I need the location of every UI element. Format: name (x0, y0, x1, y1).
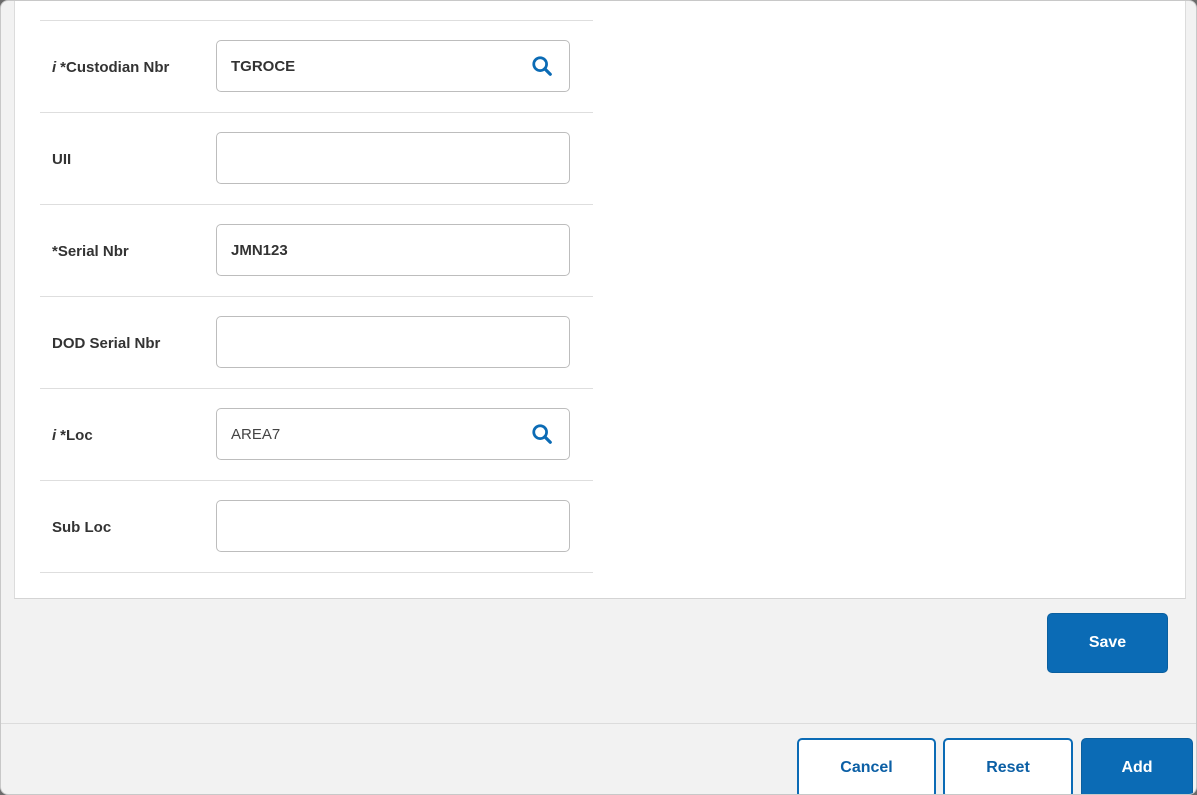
form-row-serial-nbr: *Serial Nbr JMN123 (40, 205, 593, 297)
dod-serial-nbr-input[interactable] (216, 316, 570, 368)
search-icon[interactable] (531, 55, 553, 77)
custodian-nbr-label: i *Custodian Nbr (52, 21, 169, 113)
info-icon[interactable]: i (52, 59, 56, 76)
sub-loc-input[interactable] (216, 500, 570, 552)
serial-nbr-label-text: *Serial Nbr (52, 242, 129, 260)
serial-nbr-value: JMN123 (231, 241, 288, 259)
loc-label: i *Loc (52, 389, 93, 481)
search-icon[interactable] (531, 423, 553, 445)
loc-input[interactable]: AREA7 (216, 408, 570, 460)
dialog-frame: i *Custodian Nbr TGROCE UII *Serial Nbr … (0, 0, 1197, 795)
serial-nbr-label: *Serial Nbr (52, 205, 129, 297)
form-row-custodian-nbr: i *Custodian Nbr TGROCE (40, 21, 593, 113)
uii-label-text: UII (52, 150, 72, 168)
loc-value: AREA7 (231, 425, 281, 443)
custodian-nbr-label-text: *Custodian Nbr (60, 58, 170, 76)
custodian-nbr-input[interactable]: TGROCE (216, 40, 570, 92)
uii-label: UII (52, 113, 71, 205)
save-button[interactable]: Save (1047, 613, 1168, 673)
cancel-button[interactable]: Cancel (797, 738, 936, 794)
reset-button[interactable]: Reset (943, 738, 1073, 794)
sub-loc-label-text: Sub Loc (52, 518, 112, 536)
info-icon[interactable]: i (52, 427, 56, 444)
form-row-loc: i *Loc AREA7 (40, 389, 593, 481)
loc-label-text: *Loc (60, 426, 93, 444)
form-panel: i *Custodian Nbr TGROCE UII *Serial Nbr … (14, 1, 1186, 599)
serial-nbr-input[interactable]: JMN123 (216, 224, 570, 276)
custodian-nbr-value: TGROCE (231, 57, 296, 75)
footer-divider (1, 723, 1196, 724)
dod-serial-nbr-label: DOD Serial Nbr (52, 297, 160, 389)
add-button[interactable]: Add (1081, 738, 1193, 794)
dod-serial-nbr-label-text: DOD Serial Nbr (52, 334, 161, 352)
form-row-dod-serial-nbr: DOD Serial Nbr (40, 297, 593, 389)
form-row-sub-loc: Sub Loc (40, 481, 593, 573)
sub-loc-label: Sub Loc (52, 481, 111, 573)
uii-input[interactable] (216, 132, 570, 184)
form-row-uii: UII (40, 113, 593, 205)
